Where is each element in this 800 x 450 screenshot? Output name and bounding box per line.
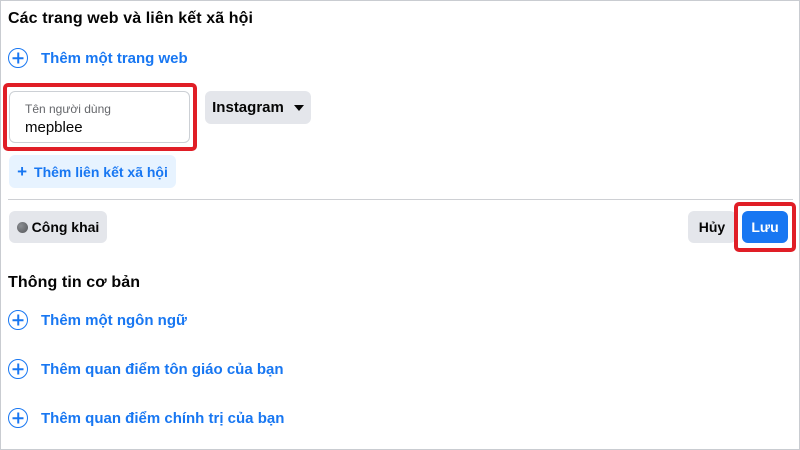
cancel-button[interactable]: Hủy [688,211,736,243]
platform-dropdown[interactable]: Instagram [205,91,311,124]
websites-section-title: Các trang web và liên kết xã hội [8,10,254,27]
plus-icon: + [17,161,28,181]
privacy-label: Công khai [31,219,100,235]
add-religious-view-link[interactable]: Thêm quan điểm tôn giáo của bạn [8,357,284,381]
add-social-link-button[interactable]: + Thêm liên kết xã hội [9,155,176,188]
add-website-label: Thêm một trang web [41,49,188,67]
add-language-label: Thêm một ngôn ngữ [41,311,187,329]
caret-down-icon [293,104,304,111]
basic-info-section-title: Thông tin cơ bản [8,274,141,291]
save-button[interactable]: Lưu [742,211,788,243]
add-political-view-label: Thêm quan điểm chính trị của bạn [41,409,285,427]
plus-circle-icon [8,359,28,379]
add-social-link-label: Thêm liên kết xã hội [34,163,168,180]
add-political-view-link[interactable]: Thêm quan điểm chính trị của bạn [8,406,284,430]
platform-dropdown-value: Instagram [212,99,284,116]
globe-icon [16,221,28,233]
username-field-label: Tên người dùng [25,102,111,116]
plus-circle-icon [8,48,28,68]
add-language-link[interactable]: Thêm một ngôn ngữ [8,308,187,332]
plus-circle-icon [8,408,28,428]
username-input[interactable] [25,119,175,136]
privacy-button[interactable]: Công khai [9,211,107,243]
add-religious-view-label: Thêm quan điểm tôn giáo của bạn [41,360,284,378]
edit-panel: Các trang web và liên kết xã hội Thêm mộ… [0,0,800,450]
username-field[interactable]: Tên người dùng [9,91,190,143]
plus-circle-icon [8,310,28,330]
section-divider [8,199,793,200]
add-website-link[interactable]: Thêm một trang web [8,46,188,70]
